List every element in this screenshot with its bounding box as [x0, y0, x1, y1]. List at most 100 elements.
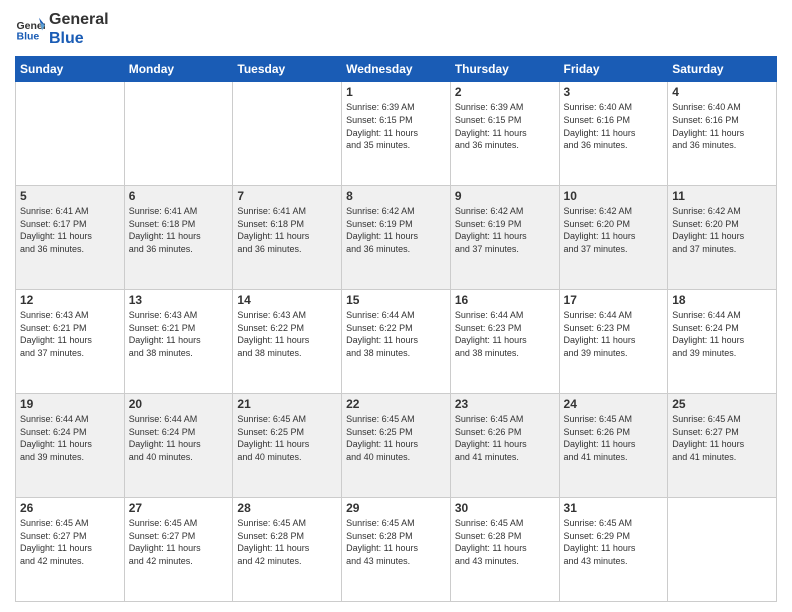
logo: General Blue General Blue: [15, 10, 109, 48]
calendar-cell: 12 Sunrise: 6:43 AM Sunset: 6:21 PM Dayli…: [16, 290, 125, 394]
calendar-cell: [668, 498, 777, 602]
day-number: 19: [20, 397, 120, 411]
cell-info: Sunrise: 6:45 AM Sunset: 6:26 PM Dayligh…: [455, 413, 555, 463]
day-number: 4: [672, 85, 772, 99]
svg-text:Blue: Blue: [17, 31, 40, 43]
calendar-week-row: 19 Sunrise: 6:44 AM Sunset: 6:24 PM Dayli…: [16, 394, 777, 498]
day-number: 2: [455, 85, 555, 99]
logo-general: General: [49, 10, 109, 29]
calendar-cell: 2 Sunrise: 6:39 AM Sunset: 6:15 PM Daylig…: [450, 82, 559, 186]
calendar-cell: 6 Sunrise: 6:41 AM Sunset: 6:18 PM Daylig…: [124, 186, 233, 290]
calendar-cell: 31 Sunrise: 6:45 AM Sunset: 6:29 PM Dayli…: [559, 498, 668, 602]
calendar-cell: 11Sunrise: 6:42 AM Sunset: 6:20 PM Dayli…: [668, 186, 777, 290]
calendar-cell: 10Sunrise: 6:42 AM Sunset: 6:20 PM Dayli…: [559, 186, 668, 290]
cell-info: Sunrise: 6:44 AM Sunset: 6:23 PM Dayligh…: [564, 309, 664, 359]
cell-info: Sunrise: 6:42 AM Sunset: 6:20 PM Dayligh…: [672, 205, 772, 255]
day-number: 1: [346, 85, 446, 99]
calendar-cell: 22 Sunrise: 6:45 AM Sunset: 6:25 PM Dayli…: [342, 394, 451, 498]
cell-info: Sunrise: 6:45 AM Sunset: 6:26 PM Dayligh…: [564, 413, 664, 463]
cell-info: Sunrise: 6:39 AM Sunset: 6:15 PM Dayligh…: [346, 101, 446, 151]
cell-info: Sunrise: 6:45 AM Sunset: 6:25 PM Dayligh…: [346, 413, 446, 463]
day-number: 28: [237, 501, 337, 515]
calendar-cell: 19Sunrise: 6:44 AM Sunset: 6:24 PM Dayli…: [16, 394, 125, 498]
calendar-cell: 16 Sunrise: 6:44 AM Sunset: 6:23 PM Dayli…: [450, 290, 559, 394]
calendar-week-row: 5Sunrise: 6:41 AM Sunset: 6:17 PM Daylig…: [16, 186, 777, 290]
calendar-cell: [16, 82, 125, 186]
calendar-week-row: 12 Sunrise: 6:43 AM Sunset: 6:21 PM Dayli…: [16, 290, 777, 394]
calendar-cell: 29 Sunrise: 6:45 AM Sunset: 6:28 PM Dayli…: [342, 498, 451, 602]
cell-info: Sunrise: 6:45 AM Sunset: 6:28 PM Dayligh…: [455, 517, 555, 567]
day-number: 17: [564, 293, 664, 307]
calendar-cell: 21Sunrise: 6:45 AM Sunset: 6:25 PM Dayli…: [233, 394, 342, 498]
calendar-cell: 27 Sunrise: 6:45 AM Sunset: 6:27 PM Dayli…: [124, 498, 233, 602]
weekday-header-thursday: Thursday: [450, 57, 559, 82]
day-number: 24: [564, 397, 664, 411]
calendar-cell: 25 Sunrise: 6:45 AM Sunset: 6:27 PM Dayli…: [668, 394, 777, 498]
logo-icon: General Blue: [15, 14, 45, 44]
weekday-header-saturday: Saturday: [668, 57, 777, 82]
calendar-cell: 23Sunrise: 6:45 AM Sunset: 6:26 PM Dayli…: [450, 394, 559, 498]
cell-info: Sunrise: 6:40 AM Sunset: 6:16 PM Dayligh…: [672, 101, 772, 151]
page: General Blue General Blue SundayMondayTu…: [0, 0, 792, 612]
cell-info: Sunrise: 6:42 AM Sunset: 6:19 PM Dayligh…: [455, 205, 555, 255]
day-number: 27: [129, 501, 229, 515]
calendar-cell: 18Sunrise: 6:44 AM Sunset: 6:24 PM Dayli…: [668, 290, 777, 394]
day-number: 20: [129, 397, 229, 411]
day-number: 29: [346, 501, 446, 515]
calendar-cell: 28Sunrise: 6:45 AM Sunset: 6:28 PM Dayli…: [233, 498, 342, 602]
calendar-cell: 1 Sunrise: 6:39 AM Sunset: 6:15 PM Daylig…: [342, 82, 451, 186]
calendar-cell: 14Sunrise: 6:43 AM Sunset: 6:22 PM Dayli…: [233, 290, 342, 394]
calendar-cell: 15 Sunrise: 6:44 AM Sunset: 6:22 PM Dayli…: [342, 290, 451, 394]
cell-info: Sunrise: 6:39 AM Sunset: 6:15 PM Dayligh…: [455, 101, 555, 151]
day-number: 16: [455, 293, 555, 307]
cell-info: Sunrise: 6:41 AM Sunset: 6:18 PM Dayligh…: [129, 205, 229, 255]
calendar-week-row: 1 Sunrise: 6:39 AM Sunset: 6:15 PM Daylig…: [16, 82, 777, 186]
cell-info: Sunrise: 6:44 AM Sunset: 6:23 PM Dayligh…: [455, 309, 555, 359]
cell-info: Sunrise: 6:41 AM Sunset: 6:18 PM Dayligh…: [237, 205, 337, 255]
calendar-cell: 13Sunrise: 6:43 AM Sunset: 6:21 PM Dayli…: [124, 290, 233, 394]
day-number: 30: [455, 501, 555, 515]
day-number: 3: [564, 85, 664, 99]
day-number: 5: [20, 189, 120, 203]
day-number: 26: [20, 501, 120, 515]
day-number: 8: [346, 189, 446, 203]
cell-info: Sunrise: 6:45 AM Sunset: 6:28 PM Dayligh…: [346, 517, 446, 567]
weekday-header-monday: Monday: [124, 57, 233, 82]
calendar-cell: 9 Sunrise: 6:42 AM Sunset: 6:19 PM Daylig…: [450, 186, 559, 290]
day-number: 21: [237, 397, 337, 411]
calendar-cell: 7 Sunrise: 6:41 AM Sunset: 6:18 PM Daylig…: [233, 186, 342, 290]
day-number: 31: [564, 501, 664, 515]
header: General Blue General Blue: [15, 10, 777, 48]
calendar-cell: 24 Sunrise: 6:45 AM Sunset: 6:26 PM Dayli…: [559, 394, 668, 498]
day-number: 14: [237, 293, 337, 307]
day-number: 7: [237, 189, 337, 203]
day-number: 10: [564, 189, 664, 203]
day-number: 6: [129, 189, 229, 203]
calendar-cell: 8 Sunrise: 6:42 AM Sunset: 6:19 PM Daylig…: [342, 186, 451, 290]
cell-info: Sunrise: 6:43 AM Sunset: 6:21 PM Dayligh…: [20, 309, 120, 359]
calendar-cell: 20 Sunrise: 6:44 AM Sunset: 6:24 PM Dayli…: [124, 394, 233, 498]
weekday-header-row: SundayMondayTuesdayWednesdayThursdayFrid…: [16, 57, 777, 82]
day-number: 15: [346, 293, 446, 307]
cell-info: Sunrise: 6:45 AM Sunset: 6:29 PM Dayligh…: [564, 517, 664, 567]
calendar-cell: 3 Sunrise: 6:40 AM Sunset: 6:16 PM Daylig…: [559, 82, 668, 186]
calendar-cell: [124, 82, 233, 186]
calendar-table: SundayMondayTuesdayWednesdayThursdayFrid…: [15, 56, 777, 602]
cell-info: Sunrise: 6:42 AM Sunset: 6:19 PM Dayligh…: [346, 205, 446, 255]
day-number: 9: [455, 189, 555, 203]
day-number: 12: [20, 293, 120, 307]
calendar-cell: 5Sunrise: 6:41 AM Sunset: 6:17 PM Daylig…: [16, 186, 125, 290]
cell-info: Sunrise: 6:44 AM Sunset: 6:24 PM Dayligh…: [129, 413, 229, 463]
cell-info: Sunrise: 6:40 AM Sunset: 6:16 PM Dayligh…: [564, 101, 664, 151]
cell-info: Sunrise: 6:45 AM Sunset: 6:27 PM Dayligh…: [20, 517, 120, 567]
calendar-cell: 17 Sunrise: 6:44 AM Sunset: 6:23 PM Dayli…: [559, 290, 668, 394]
weekday-header-sunday: Sunday: [16, 57, 125, 82]
day-number: 22: [346, 397, 446, 411]
calendar-week-row: 26 Sunrise: 6:45 AM Sunset: 6:27 PM Dayli…: [16, 498, 777, 602]
weekday-header-friday: Friday: [559, 57, 668, 82]
cell-info: Sunrise: 6:44 AM Sunset: 6:22 PM Dayligh…: [346, 309, 446, 359]
cell-info: Sunrise: 6:45 AM Sunset: 6:27 PM Dayligh…: [672, 413, 772, 463]
day-number: 25: [672, 397, 772, 411]
cell-info: Sunrise: 6:45 AM Sunset: 6:27 PM Dayligh…: [129, 517, 229, 567]
calendar-cell: 30 Sunrise: 6:45 AM Sunset: 6:28 PM Dayli…: [450, 498, 559, 602]
